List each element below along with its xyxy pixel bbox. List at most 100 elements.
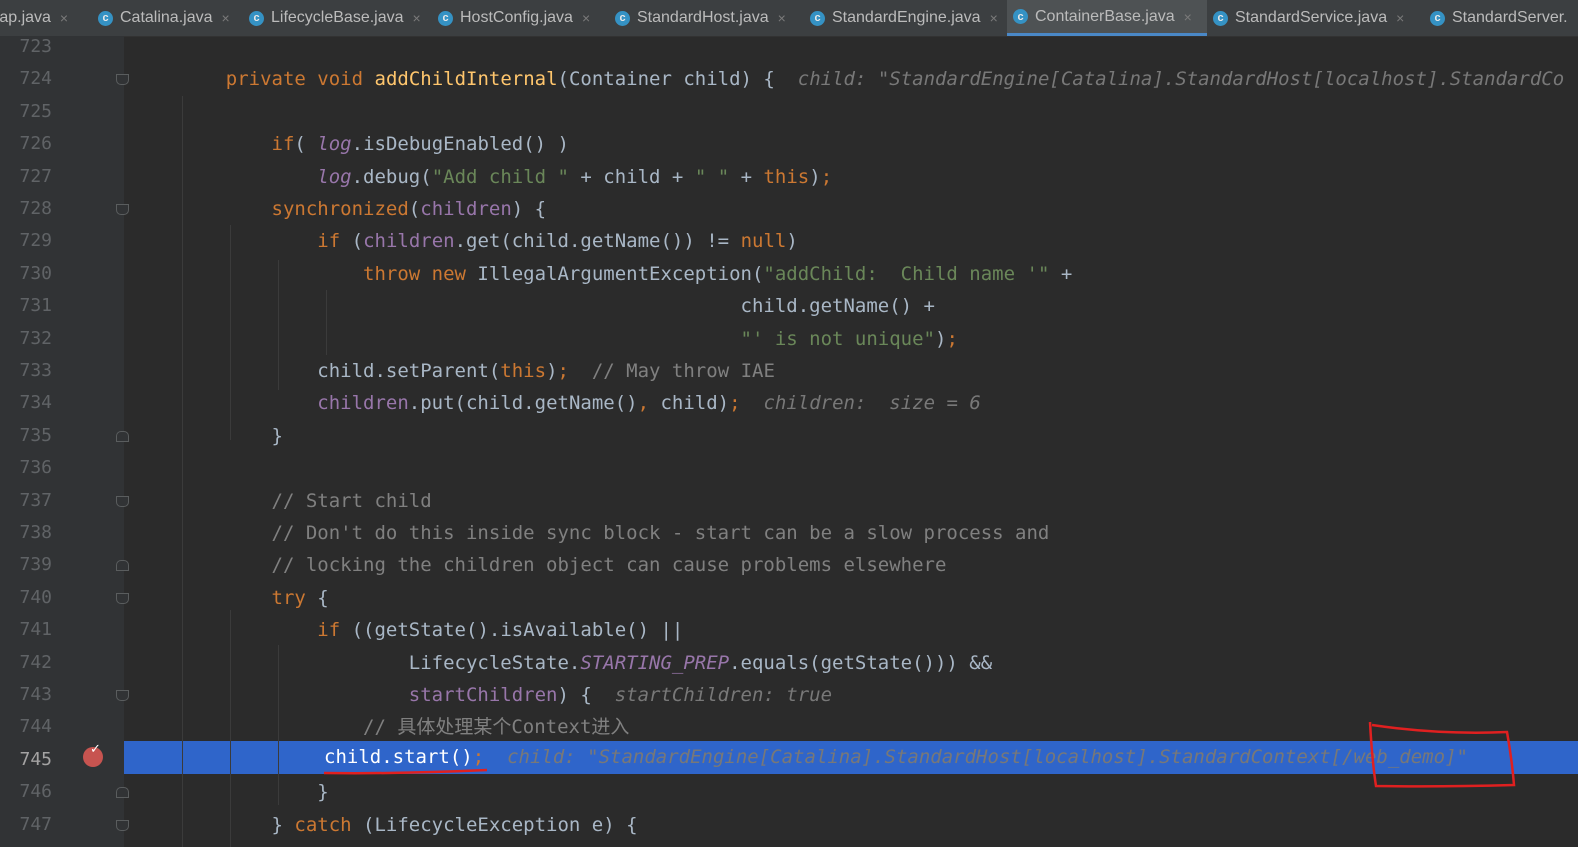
- current-execution-line: child.start(); child: "StandardEngine[Ca…: [124, 741, 1578, 774]
- tab-standardserver[interactable]: c StandardServer.: [1424, 0, 1578, 36]
- close-tab-icon[interactable]: ×: [990, 10, 998, 26]
- line-number[interactable]: 734: [0, 387, 52, 419]
- tab-label: ContainerBase.java: [1035, 7, 1175, 25]
- code-line-734[interactable]: children.put(child.getName(), child); ch…: [180, 387, 981, 419]
- code-comment: // 具体处理某个Context进入: [363, 716, 630, 739]
- tab-standardengine-java[interactable]: c StandardEngine.java ×: [804, 0, 1007, 36]
- indent-guide: [326, 290, 327, 355]
- indent-guide: [230, 225, 231, 440]
- class-icon: c: [810, 10, 825, 26]
- line-number[interactable]: 726: [0, 128, 52, 160]
- tab-label: rap.java: [0, 9, 51, 26]
- tab-label: Catalina.java: [120, 9, 213, 26]
- string-literal: "addChild: Child name '": [763, 262, 1050, 285]
- code-line-733[interactable]: child.setParent(this); // May throw IAE: [180, 355, 775, 387]
- fold-marker-icon[interactable]: [116, 430, 129, 442]
- line-number[interactable]: 747: [0, 809, 52, 841]
- code-line-731[interactable]: child.getName() +: [180, 290, 935, 322]
- code-line-726[interactable]: if( log.isDebugEnabled() ): [180, 128, 569, 160]
- close-tab-icon[interactable]: ×: [413, 10, 421, 26]
- code-line-738[interactable]: // Don't do this inside sync block - sta…: [180, 517, 1050, 549]
- close-tab-icon[interactable]: ×: [582, 10, 590, 26]
- line-number[interactable]: 732: [0, 323, 52, 355]
- fold-marker-icon[interactable]: [116, 592, 129, 604]
- code-line-724[interactable]: private void addChildInternal(Container …: [180, 63, 1564, 95]
- code-line-741[interactable]: if ((getState().isAvailable() ||: [180, 614, 683, 646]
- code-line-730[interactable]: throw new IllegalArgumentException("addC…: [180, 258, 1072, 290]
- line-number[interactable]: 744: [0, 711, 52, 743]
- close-tab-icon[interactable]: ×: [1396, 10, 1404, 26]
- line-number[interactable]: 729: [0, 225, 52, 257]
- close-tab-icon[interactable]: ×: [778, 10, 786, 26]
- fold-marker-icon[interactable]: [116, 819, 129, 831]
- debug-inline-value: startChildren: true: [614, 684, 833, 706]
- line-number[interactable]: 743: [0, 679, 52, 711]
- line-number[interactable]: 746: [0, 776, 52, 808]
- string-literal: "' is not unique": [740, 327, 935, 350]
- fold-marker-icon[interactable]: [116, 560, 129, 572]
- abstract-class-icon: c: [249, 10, 264, 26]
- tab-hostconfig-java[interactable]: c HostConfig.java ×: [432, 0, 609, 36]
- line-number[interactable]: 741: [0, 614, 52, 646]
- line-number[interactable]: 745: [0, 744, 52, 776]
- class-icon: c: [1213, 10, 1228, 26]
- code-line-737[interactable]: // Start child: [180, 485, 432, 517]
- tab-label: StandardHost.java: [637, 9, 769, 26]
- line-number[interactable]: 738: [0, 517, 52, 549]
- code-line-728[interactable]: synchronized(children) {: [180, 193, 547, 225]
- code-line-747[interactable]: } catch (LifecycleException e) {: [180, 809, 638, 841]
- code-line-742[interactable]: LifecycleState.STARTING_PREP.equals(getS…: [180, 647, 992, 679]
- close-tab-icon[interactable]: ×: [60, 10, 68, 26]
- close-tab-icon[interactable]: ×: [1184, 9, 1192, 25]
- line-number[interactable]: 740: [0, 582, 52, 614]
- debug-inline-value: children: size = 6: [763, 392, 981, 415]
- code-line-735[interactable]: }: [180, 420, 283, 452]
- code-line-727[interactable]: log.debug("Add child " + child + " " + t…: [180, 161, 832, 193]
- line-number[interactable]: 725: [0, 96, 52, 128]
- line-number[interactable]: 733: [0, 355, 52, 387]
- line-number[interactable]: 727: [0, 161, 52, 193]
- code-line-745[interactable]: child.start(); child: "StandardEngine[Ca…: [324, 741, 1468, 773]
- close-tab-icon[interactable]: ×: [222, 10, 230, 26]
- tab-label: StandardEngine.java: [832, 9, 981, 26]
- code-line-740[interactable]: try {: [180, 582, 329, 614]
- tab-standardhost-java[interactable]: c StandardHost.java ×: [609, 0, 804, 36]
- code-line-729[interactable]: if (children.get(child.getName()) != nul…: [180, 225, 798, 257]
- tab-lifecyclebase-java[interactable]: c LifecycleBase.java ×: [243, 0, 432, 36]
- tab-standardservice-java[interactable]: c StandardService.java ×: [1207, 0, 1424, 36]
- line-number[interactable]: 737: [0, 485, 52, 517]
- line-number[interactable]: 735: [0, 420, 52, 452]
- tab-label: StandardService.java: [1235, 9, 1388, 26]
- class-icon: c: [98, 10, 113, 26]
- indent-guide: [230, 610, 231, 847]
- line-number[interactable]: 739: [0, 549, 52, 581]
- abstract-class-icon: c: [1013, 9, 1028, 24]
- tab-label: StandardServer.: [1452, 9, 1568, 26]
- code-comment: // Start child: [271, 489, 432, 512]
- fold-marker-icon[interactable]: [116, 690, 129, 701]
- line-number[interactable]: 731: [0, 290, 52, 322]
- string-literal: "Add child ": [431, 165, 569, 188]
- line-number[interactable]: 742: [0, 647, 52, 679]
- fold-marker-icon[interactable]: [116, 204, 129, 215]
- code-line-732[interactable]: "' is not unique");: [180, 323, 958, 355]
- tab-containerbase-java[interactable]: c ContainerBase.java ×: [1007, 0, 1207, 36]
- line-number[interactable]: 723: [0, 31, 52, 63]
- fold-marker-icon[interactable]: [116, 787, 129, 799]
- code-line-746[interactable]: }: [180, 776, 328, 808]
- code-line-739[interactable]: // locking the children object can cause…: [180, 549, 947, 581]
- indent-guide: [278, 645, 279, 805]
- line-number[interactable]: 736: [0, 452, 52, 484]
- line-number[interactable]: 724: [0, 63, 52, 95]
- tab-catalina-java[interactable]: c Catalina.java ×: [92, 0, 243, 36]
- line-number[interactable]: 728: [0, 193, 52, 225]
- class-icon: c: [615, 10, 630, 26]
- fold-marker-icon[interactable]: [116, 495, 129, 507]
- fold-marker-icon[interactable]: [116, 74, 129, 86]
- line-number[interactable]: 730: [0, 258, 52, 290]
- tab-label: LifecycleBase.java: [271, 9, 404, 26]
- class-icon: c: [438, 10, 453, 26]
- class-icon: c: [1430, 10, 1445, 26]
- code-line-744[interactable]: // 具体处理某个Context进入: [180, 711, 629, 743]
- code-comment: // Don't do this inside sync block - sta…: [271, 522, 1050, 544]
